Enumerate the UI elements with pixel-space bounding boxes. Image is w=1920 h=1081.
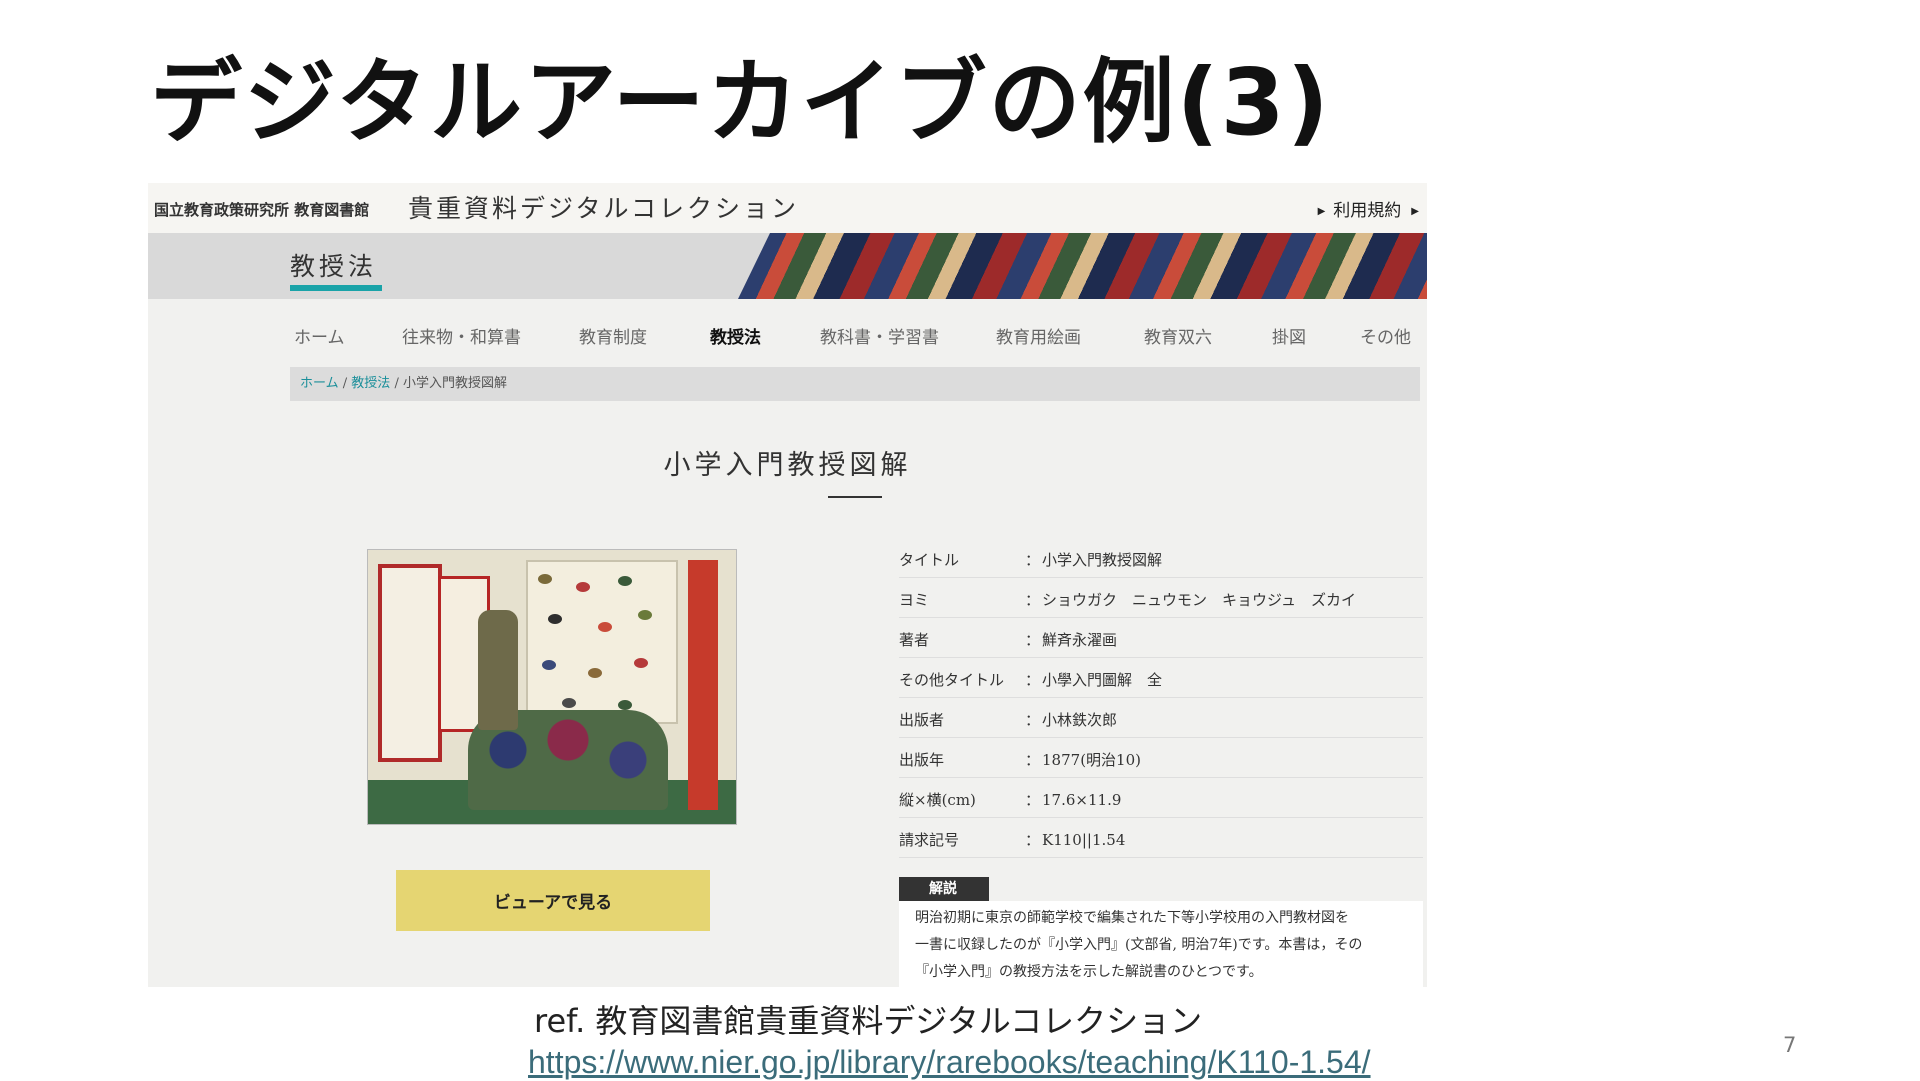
breadcrumb-current: 小学入門教授図解 <box>402 376 507 391</box>
breadcrumb-home[interactable]: ホーム <box>300 376 339 391</box>
section-label: 教授法 <box>290 252 378 281</box>
metadata-value: 17.6×11.9 <box>1025 789 1121 810</box>
nav-item-system[interactable]: 教育制度 <box>579 323 647 348</box>
metadata-value: 鮮斉永濯画 <box>1025 629 1117 650</box>
metadata-key: ヨミ <box>899 591 930 609</box>
nav-item-home[interactable]: ホーム <box>294 323 345 348</box>
metadata-key: その他タイトル <box>899 671 1005 689</box>
metadata-key: 出版者 <box>899 711 945 729</box>
metadata-value: 1877(明治10) <box>1025 749 1141 770</box>
item-thumbnail[interactable] <box>367 549 737 825</box>
metadata-key: 出版年 <box>899 751 945 769</box>
metadata-value: 小學入門圖解 全 <box>1025 669 1162 690</box>
title-divider <box>828 496 882 498</box>
slide-title: デジタルアーカイブの例(3) <box>150 49 1331 156</box>
page-number: 7 <box>1783 1033 1797 1057</box>
nav-item-textbooks[interactable]: 教科書・学習書 <box>820 323 939 348</box>
art-title-band <box>688 560 718 810</box>
metadata-row: ヨミ ショウガク ニュウモン キョウジュ ズカイ <box>899 578 1423 618</box>
main-nav: ホーム 往来物・和算書 教育制度 教授法 教科書・学習書 教育用絵画 教育双六 … <box>148 323 1427 353</box>
triangle-right-icon: ▶ <box>1317 206 1326 217</box>
description-line: 『小学入門』の教授方法を示した解説書のひとつです。 <box>915 964 1263 980</box>
breadcrumb: ホーム / 教授法 / 小学入門教授図解 <box>290 367 1420 401</box>
breadcrumb-section[interactable]: 教授法 <box>351 376 390 391</box>
description-label: 解説 <box>899 877 989 901</box>
art-teacher <box>478 610 518 730</box>
breadcrumb-separator: / <box>342 376 348 391</box>
viewer-button[interactable]: ビューアで見る <box>396 870 710 931</box>
triangle-right-icon: ▶ <box>1411 206 1419 217</box>
description-line: 明治初期に東京の師範学校で編集された下等小学校用の入門教材図を <box>915 910 1349 926</box>
art-chart <box>526 560 678 724</box>
nav-item-teaching[interactable]: 教授法 <box>710 323 761 348</box>
section-banner: 教授法 <box>148 233 1427 299</box>
description-line: 一書に収録したのが『小学入門』(文部省, 明治7年)です。本書は，その <box>915 937 1363 953</box>
metadata-value: K110||1.54 <box>1025 829 1125 850</box>
website-screenshot: 国立教育政策研究所 教育図書館 貴重資料デジタルコレクション ▶ 利用規約 ▶ 教授… <box>148 183 1427 987</box>
terms-link-label: 利用規約 <box>1333 201 1402 221</box>
org-name: 国立教育政策研究所 教育図書館 <box>154 201 370 219</box>
reference-text: ref. 教育図書館貴重資料デジタルコレクション <box>534 1002 1203 1040</box>
section-underline <box>290 285 382 291</box>
metadata-key: 請求記号 <box>899 831 960 849</box>
site-title[interactable]: 貴重資料デジタルコレクション <box>408 189 799 225</box>
metadata-value: ショウガク ニュウモン キョウジュ ズカイ <box>1025 589 1356 610</box>
terms-link[interactable]: ▶ 利用規約 ▶ <box>1318 196 1419 221</box>
metadata-key: 縦×横(cm) <box>899 791 976 809</box>
metadata-row: その他タイトル 小學入門圖解 全 <box>899 658 1423 698</box>
breadcrumb-separator: / <box>394 376 399 391</box>
metadata-key: 著者 <box>899 631 930 649</box>
metadata-table: タイトル 小学入門教授図解 ヨミ ショウガク ニュウモン キョウジュ ズカイ 著者 鮮… <box>899 538 1423 858</box>
metadata-row: 出版者 小林鉄次郎 <box>899 698 1423 738</box>
nav-item-oraimono[interactable]: 往来物・和算書 <box>402 323 521 348</box>
nav-item-pictures[interactable]: 教育用絵画 <box>996 323 1081 348</box>
metadata-row: 縦×横(cm) 17.6×11.9 <box>899 778 1423 818</box>
metadata-value: 小学入門教授図解 <box>1025 549 1162 570</box>
banner-artwork <box>738 233 1427 299</box>
art-board <box>378 564 442 762</box>
metadata-row: タイトル 小学入門教授図解 <box>899 538 1423 578</box>
metadata-value: 小林鉄次郎 <box>1025 709 1117 730</box>
reference-url-link[interactable]: https://www.nier.go.jp/library/rarebooks… <box>528 1044 1371 1081</box>
site-header: 国立教育政策研究所 教育図書館 貴重資料デジタルコレクション ▶ 利用規約 ▶ <box>148 183 1427 233</box>
metadata-row: 著者 鮮斉永濯画 <box>899 618 1423 658</box>
nav-item-other[interactable]: その他 <box>1360 323 1411 348</box>
metadata-row: 請求記号 K110||1.54 <box>899 818 1423 858</box>
item-title: 小学入門教授図解 <box>663 450 912 481</box>
metadata-key: タイトル <box>899 551 960 569</box>
metadata-row: 出版年 1877(明治10) <box>899 738 1423 778</box>
nav-item-sugoroku[interactable]: 教育双六 <box>1144 323 1212 348</box>
description-box: 明治初期に東京の師範学校で編集された下等小学校用の入門教材図を 一書に収録したの… <box>899 901 1423 987</box>
nav-item-wallcharts[interactable]: 掛図 <box>1272 323 1306 348</box>
